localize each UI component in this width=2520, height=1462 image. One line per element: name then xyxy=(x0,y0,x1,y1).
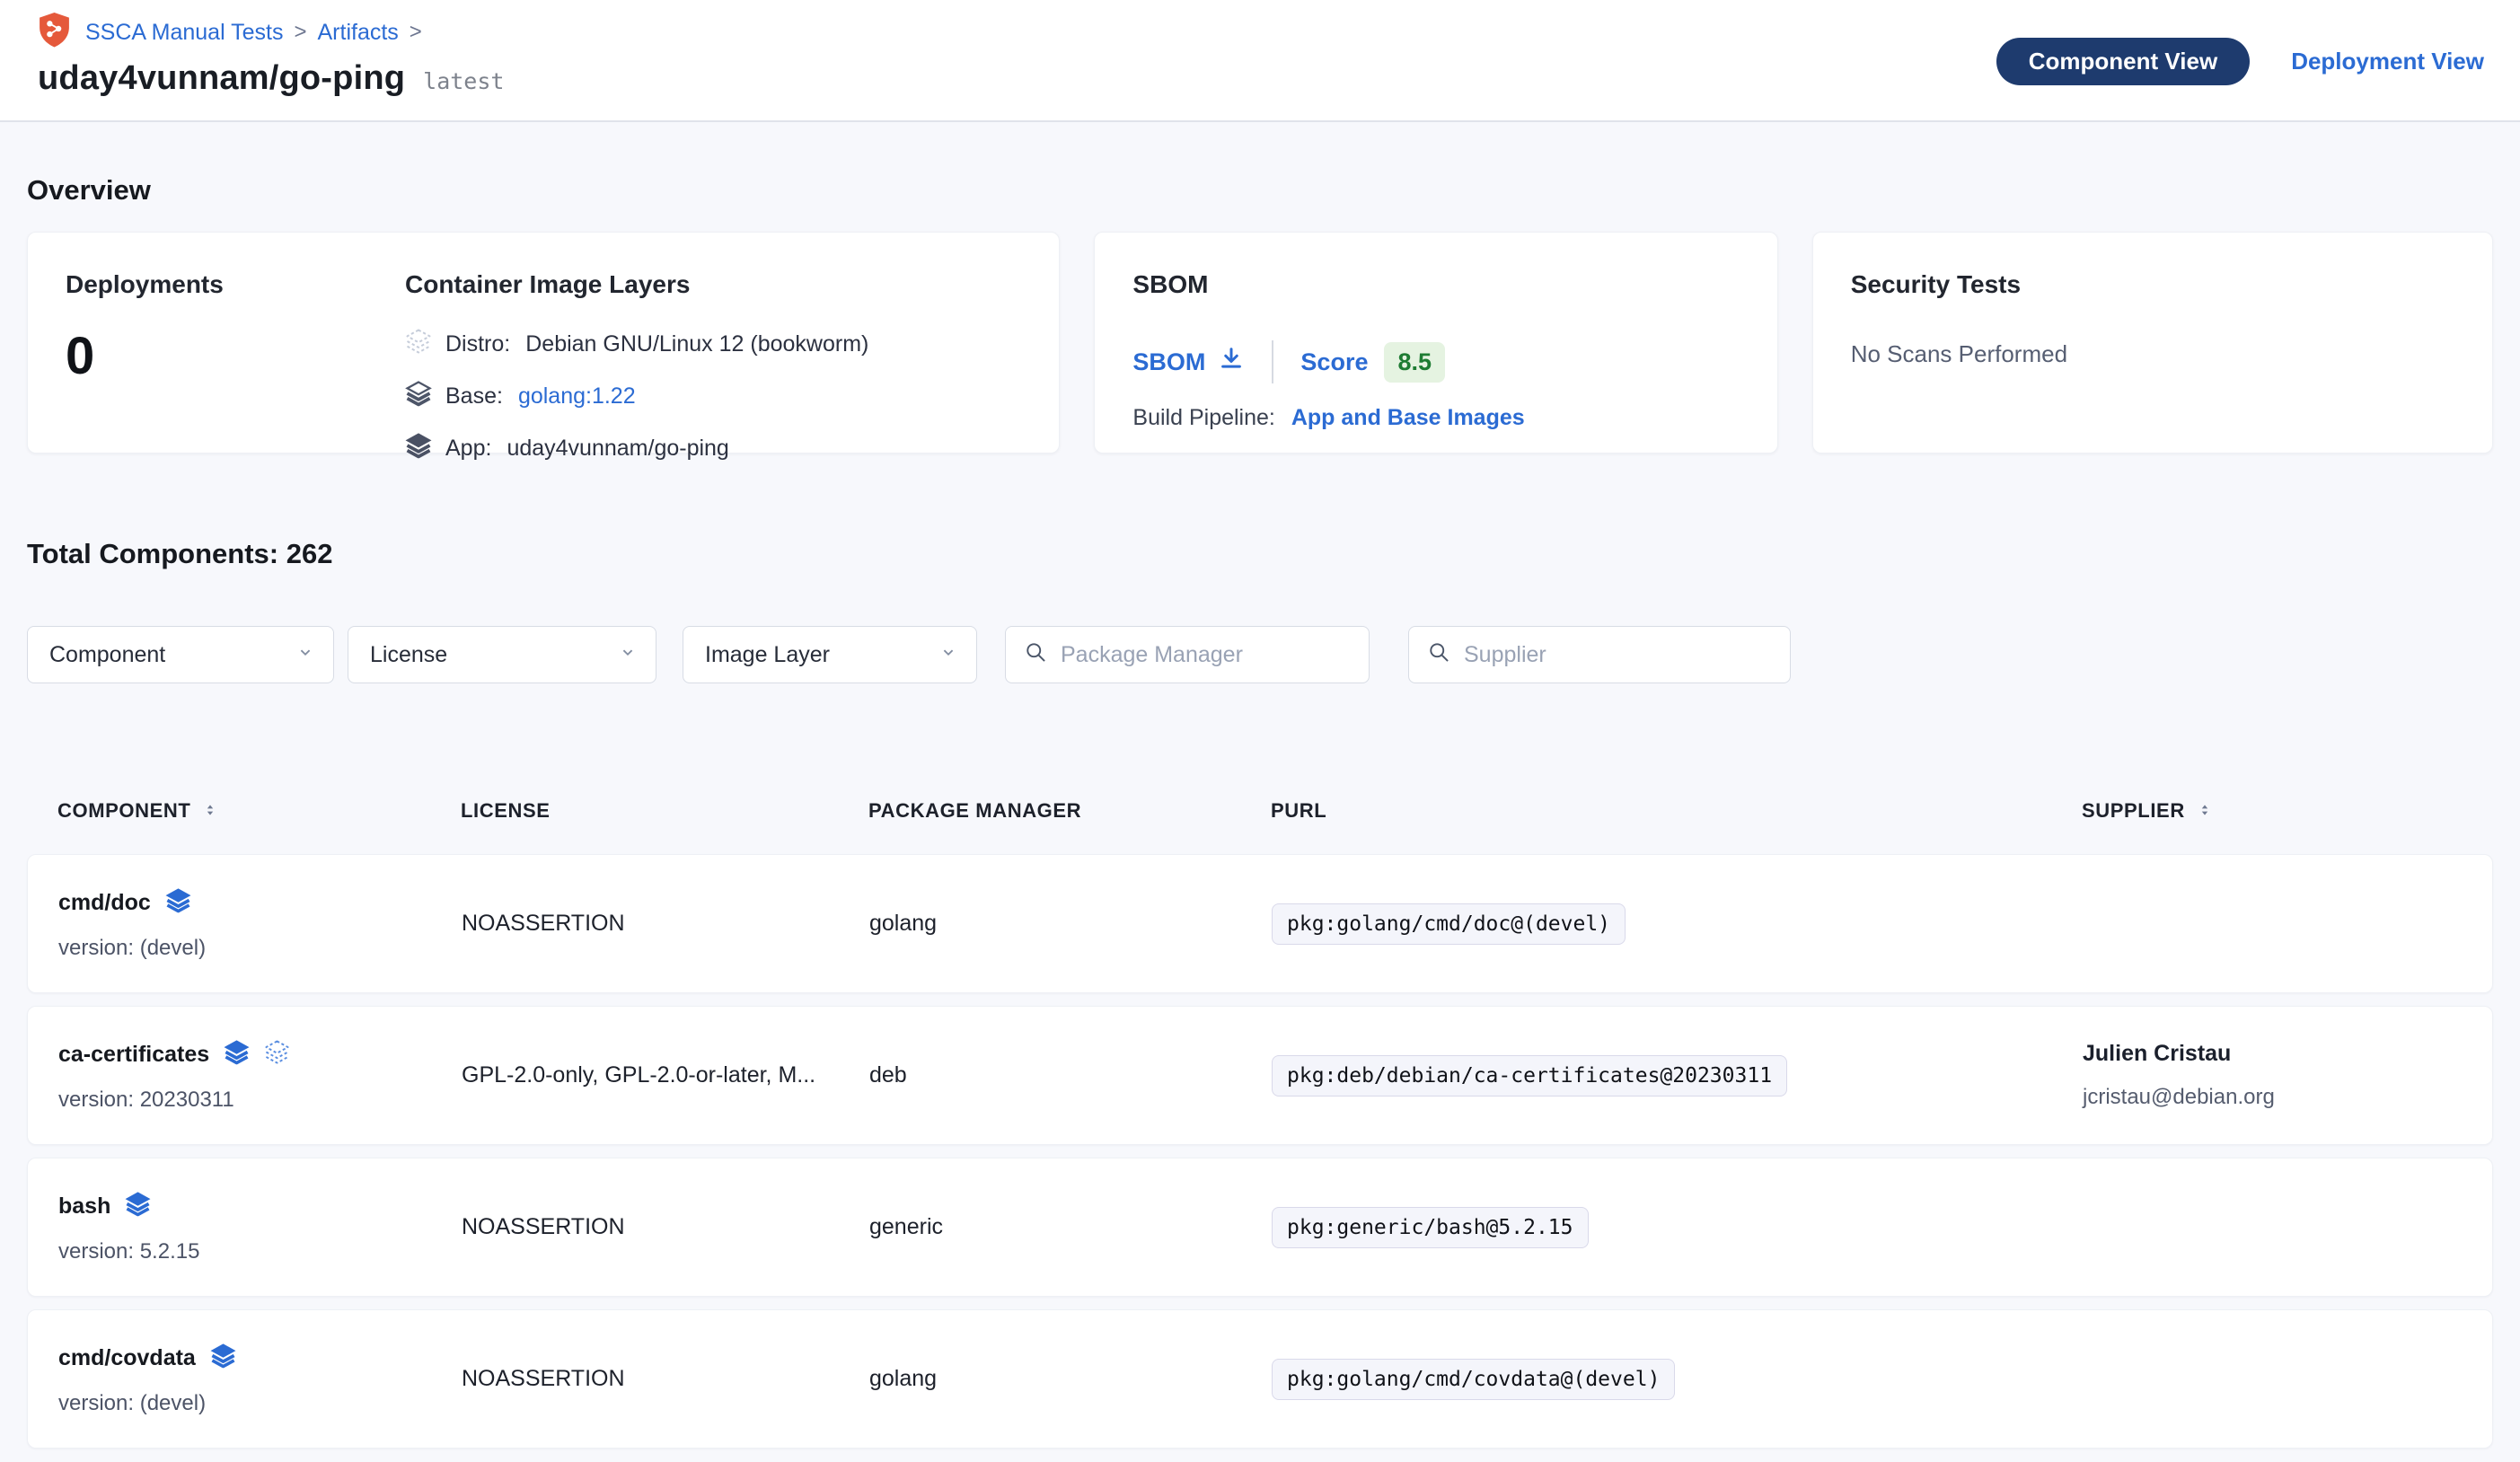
sbom-card: SBOM SBOM Score 8.5 Build Pipeline: App … xyxy=(1094,232,1777,454)
chevron-down-icon xyxy=(618,642,638,668)
deployments-layers-card: Deployments 0 Container Image Layers xyxy=(27,232,1060,454)
breadcrumb-separator: > xyxy=(410,20,422,45)
component-column-header[interactable]: COMPONENT xyxy=(57,799,461,823)
license-cell: GPL-2.0-only, GPL-2.0-or-later, M... xyxy=(462,1062,869,1088)
table-row[interactable]: cmd/doc version: (devel) NOASSERTION gol… xyxy=(27,854,2493,993)
security-tests-heading: Security Tests xyxy=(1851,270,2456,299)
distro-layer-item: Distro: Debian GNU/Linux 12 (bookworm) xyxy=(405,328,1023,361)
package-manager-cell: golang xyxy=(869,911,1272,937)
purl-badge[interactable]: pkg:golang/cmd/covdata@(devel) xyxy=(1272,1359,1675,1400)
filter-bar: Component License Image Layer xyxy=(27,626,2493,683)
deployment-view-link[interactable]: Deployment View xyxy=(2291,48,2484,75)
app-layer-item: App: uday4vunnam/go-ping xyxy=(405,432,1023,465)
container-layers-heading: Container Image Layers xyxy=(405,270,1023,299)
package-manager-cell: golang xyxy=(869,1366,1272,1392)
component-version: version: (devel) xyxy=(58,936,462,961)
app-value: uday4vunnam/go-ping xyxy=(507,436,728,462)
license-cell: NOASSERTION xyxy=(462,1366,869,1392)
chevron-down-icon xyxy=(938,642,958,668)
build-pipeline-label: Build Pipeline: xyxy=(1132,405,1274,431)
base-layer-item: Base: golang:1.22 xyxy=(405,380,1023,413)
package-manager-column-header: PACKAGE MANAGER xyxy=(868,799,1271,823)
sort-icon[interactable] xyxy=(2198,799,2212,823)
component-version: version: 20230311 xyxy=(58,1088,462,1113)
table-row[interactable]: bash version: 5.2.15 NOASSERTION generic… xyxy=(27,1158,2493,1297)
supplier-search-input[interactable] xyxy=(1464,642,1772,668)
main-content: Overview Deployments 0 Container Image L… xyxy=(0,174,2520,1449)
search-icon xyxy=(1024,640,1048,669)
component-filter-select[interactable]: Component xyxy=(27,626,334,683)
sort-icon[interactable] xyxy=(203,799,217,823)
distro-value: Debian GNU/Linux 12 (bookworm) xyxy=(525,331,868,357)
purl-badge[interactable]: pkg:generic/bash@5.2.15 xyxy=(1272,1207,1589,1248)
breadcrumb-artifacts-link[interactable]: Artifacts xyxy=(318,20,399,46)
purl-badge[interactable]: pkg:golang/cmd/doc@(devel) xyxy=(1272,903,1626,945)
supplier-name: Julien Cristau xyxy=(2083,1041,2492,1067)
app-label: App: xyxy=(445,436,491,462)
purl-badge[interactable]: pkg:deb/debian/ca-certificates@20230311 xyxy=(1272,1055,1787,1096)
app-layers-icon xyxy=(405,432,432,465)
breadcrumb-separator: > xyxy=(294,20,306,45)
table-header-row: COMPONENT LICENSE PACKAGE MANAGER PURL S… xyxy=(27,791,2493,831)
top-bar: SSCA Manual Tests > Artifacts > uday4vun… xyxy=(0,0,2520,122)
vertical-divider xyxy=(1272,340,1273,383)
package-manager-search-input[interactable] xyxy=(1061,642,1351,668)
chevron-down-icon xyxy=(295,642,315,668)
component-view-button[interactable]: Component View xyxy=(1996,38,2250,85)
deployments-label: Deployments xyxy=(66,270,405,299)
overview-heading: Overview xyxy=(27,174,2493,207)
component-name: bash xyxy=(58,1193,110,1220)
component-name: cmd/doc xyxy=(58,890,151,916)
app-layer-icon xyxy=(210,1343,236,1375)
license-filter-label: License xyxy=(370,642,447,668)
base-layers-icon xyxy=(405,380,432,413)
artifact-tag: latest xyxy=(423,68,504,94)
sbom-score-badge: 8.5 xyxy=(1384,342,1445,383)
package-manager-cell: deb xyxy=(869,1062,1272,1088)
distro-layers-icon xyxy=(405,328,432,361)
build-pipeline-link[interactable]: App and Base Images xyxy=(1291,405,1525,431)
sbom-score-label[interactable]: Score xyxy=(1300,348,1368,376)
breadcrumb: SSCA Manual Tests > Artifacts > xyxy=(38,13,504,52)
package-manager-cell: generic xyxy=(869,1214,1272,1240)
sbom-heading: SBOM xyxy=(1132,270,1740,299)
distro-label: Distro: xyxy=(445,331,510,357)
component-version: version: 5.2.15 xyxy=(58,1239,462,1264)
download-icon[interactable] xyxy=(1218,346,1245,379)
component-filter-label: Component xyxy=(49,642,165,668)
image-layer-filter-select[interactable]: Image Layer xyxy=(683,626,977,683)
purl-column-header: PURL xyxy=(1271,799,2082,823)
supplier-email: jcristau@debian.org xyxy=(2083,1085,2492,1110)
app-layer-icon xyxy=(224,1039,250,1071)
total-components-heading: Total Components: 262 xyxy=(27,538,2493,570)
image-layer-filter-label: Image Layer xyxy=(705,642,830,668)
component-name: ca-certificates xyxy=(58,1042,209,1068)
component-version: version: (devel) xyxy=(58,1391,462,1416)
license-column-header: LICENSE xyxy=(461,799,868,823)
app-layer-icon xyxy=(165,887,191,920)
table-row[interactable]: ca-certificates version: 20230311 GPL-2.… xyxy=(27,1006,2493,1145)
base-label: Base: xyxy=(445,383,503,410)
page-title: uday4vunnam/go-ping xyxy=(38,59,405,98)
table-row[interactable]: cmd/covdata version: (devel) NOASSERTION… xyxy=(27,1309,2493,1449)
license-cell: NOASSERTION xyxy=(462,1214,869,1240)
components-table: cmd/doc version: (devel) NOASSERTION gol… xyxy=(27,854,2493,1449)
sbom-download-link[interactable]: SBOM xyxy=(1132,346,1245,379)
harness-shield-logo-icon xyxy=(38,12,75,53)
license-filter-select[interactable]: License xyxy=(348,626,656,683)
license-cell: NOASSERTION xyxy=(462,911,869,937)
component-name: cmd/covdata xyxy=(58,1345,196,1371)
app-layer-icon xyxy=(125,1191,151,1223)
base-layer-outline-icon xyxy=(264,1039,290,1071)
breadcrumb-project-link[interactable]: SSCA Manual Tests xyxy=(85,20,283,46)
deployments-count: 0 xyxy=(66,326,405,386)
no-scans-text: No Scans Performed xyxy=(1851,340,2456,368)
security-tests-card: Security Tests No Scans Performed xyxy=(1812,232,2493,454)
search-icon xyxy=(1427,640,1451,669)
supplier-search[interactable] xyxy=(1408,626,1791,683)
base-image-link[interactable]: golang:1.22 xyxy=(518,383,636,410)
supplier-column-header[interactable]: SUPPLIER xyxy=(2082,799,2493,823)
package-manager-search[interactable] xyxy=(1005,626,1370,683)
